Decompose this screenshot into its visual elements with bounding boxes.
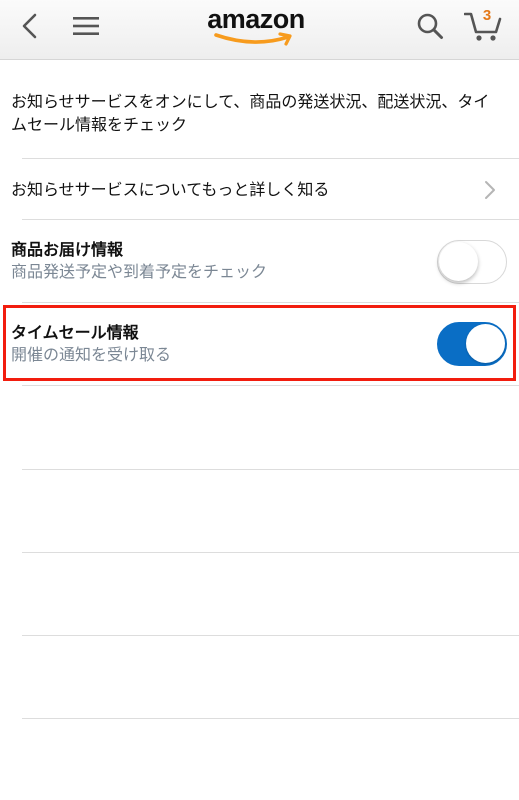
divider (22, 219, 519, 220)
divider (22, 302, 519, 303)
time-sale-info-toggle[interactable] (437, 322, 507, 366)
divider (22, 718, 519, 719)
divider (22, 158, 519, 159)
amazon-logo[interactable]: amazon (196, 4, 326, 50)
learn-more-link[interactable]: お知らせサービスについてもっと詳しく知る (0, 160, 519, 218)
top-navigation-bar: amazon 3 (0, 0, 519, 60)
setting-subtitle: 商品発送予定や到着予定をチェック (11, 262, 268, 281)
hamburger-menu-icon (73, 17, 99, 35)
search-icon (417, 13, 443, 39)
setting-title: 商品お届け情報 (11, 240, 124, 259)
cart-count-badge: 3 (482, 7, 492, 24)
toggle-knob (466, 324, 505, 363)
delivery-info-toggle[interactable] (437, 240, 507, 284)
back-button[interactable] (10, 0, 50, 52)
setting-title: タイムセール情報 (11, 323, 139, 342)
divider (22, 635, 519, 636)
setting-subtitle: 開催の通知を受け取る (11, 345, 172, 364)
divider (22, 385, 519, 386)
chevron-left-icon (22, 13, 37, 39)
divider (22, 552, 519, 553)
toggle-knob (439, 242, 478, 281)
logo-text: amazon (207, 4, 305, 34)
cart-button[interactable]: 3 (458, 0, 512, 52)
divider (22, 469, 519, 470)
search-button[interactable] (408, 0, 452, 52)
menu-button[interactable] (66, 0, 106, 52)
learn-more-label: お知らせサービスについてもっと詳しく知る (11, 180, 330, 199)
logo-smile-arrow (214, 32, 292, 46)
chevron-right-icon (485, 181, 495, 199)
intro-description: お知らせサービスをオンにして、商品の発送状況、配送状況、タイムセール情報をチェッ… (11, 92, 490, 134)
